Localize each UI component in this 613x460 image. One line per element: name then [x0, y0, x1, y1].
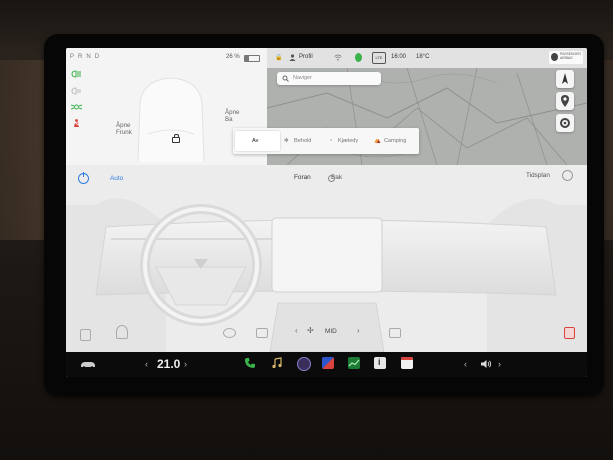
compass-icon [562, 73, 568, 84]
music-icon[interactable] [271, 357, 283, 369]
climate-auto-button[interactable]: Auto [110, 175, 123, 182]
trunk-open-label[interactable]: Åpne Ba [225, 109, 239, 123]
stock-icon[interactable] [348, 357, 360, 369]
temp-increase-button[interactable]: › [184, 359, 187, 369]
clock-icon[interactable] [562, 170, 573, 181]
climate-panel: Auto Foran Bak Tidsplan ‹ ✢ MID › [66, 165, 587, 352]
dog-icon: ◔ [329, 138, 333, 144]
map-settings-button[interactable] [556, 114, 574, 132]
fan-increase-button[interactable]: › [357, 326, 360, 335]
car-icon[interactable] [80, 360, 96, 369]
location-icon [561, 95, 569, 107]
navigation-search[interactable]: Naviger [277, 72, 381, 85]
car-top-view [137, 77, 205, 162]
rear-defrost-icon[interactable] [389, 328, 401, 338]
bottom-dock: ‹ 21.0 › i ‹ › [66, 352, 587, 377]
climate-power-button[interactable] [78, 172, 89, 184]
volume-icon[interactable] [480, 359, 492, 369]
driver-seat-heater-icon[interactable] [80, 329, 91, 341]
profile-icon[interactable] [289, 54, 296, 61]
fan-decrease-button[interactable]: ‹ [295, 326, 298, 335]
info-icon[interactable]: i [374, 357, 386, 369]
battery-icon [244, 55, 260, 62]
apps-icon[interactable] [322, 357, 334, 369]
search-placeholder: Naviger [293, 75, 312, 81]
recirculate-icon[interactable] [223, 328, 236, 338]
schedule-button[interactable]: Tidsplan [526, 172, 550, 179]
map-location-button[interactable] [556, 92, 574, 110]
power-icon [82, 172, 84, 177]
airbag-icon [551, 53, 558, 61]
parking-lights-icon [71, 104, 82, 110]
lock-icon[interactable] [172, 134, 180, 143]
headlight-icon [71, 70, 81, 78]
search-icon [282, 75, 289, 82]
cabin-interior-view [66, 165, 587, 352]
tent-icon: ⛺ [374, 138, 381, 144]
fan-level: MID [325, 328, 337, 335]
location-pin-icon [355, 53, 362, 62]
gear-indicator: P R N D [70, 54, 101, 60]
outside-temperature: 18°C [416, 54, 430, 60]
seatbelt-warning-icon [73, 119, 81, 127]
lte-icon: LTE [372, 52, 386, 64]
auto-headlight-icon [71, 87, 81, 95]
volume-decrease-button[interactable]: ‹ [464, 359, 467, 369]
fan-speed-icon: ✢ [307, 326, 314, 335]
center-display-render [271, 217, 383, 293]
settings-icon [560, 118, 570, 128]
fan-icon: ✻ [284, 138, 289, 144]
profile-label[interactable]: Profil [299, 54, 313, 60]
climate-mode-keep[interactable]: Behold [294, 138, 311, 144]
cabin-temperature[interactable]: 21.0 [157, 357, 180, 371]
phone-icon[interactable] [244, 357, 256, 369]
battery-percent: 26 % [226, 54, 240, 60]
climate-mode-off[interactable]: Av [252, 138, 258, 144]
wifi-icon[interactable] [334, 54, 342, 61]
air-direction-icon [328, 175, 335, 182]
front-defrost-icon[interactable] [256, 328, 268, 338]
climate-keeper-menu: Av ✻ Behold ◔ Kjæledy ⛺ Camping [233, 128, 419, 154]
touchscreen: P R N D 26 % Åpne Frunk Åpne Ba 🔒 Profil… [66, 48, 587, 377]
passenger-seat-heater-icon[interactable] [564, 327, 575, 339]
volume-increase-button[interactable]: › [498, 359, 501, 369]
passenger-airbag-indicator: PASSENGER AIRBAG [549, 51, 583, 64]
climate-mode-dog[interactable]: Kjæledy [338, 138, 358, 144]
climate-mode-camp[interactable]: Camping [384, 138, 406, 144]
lock-status-icon[interactable]: 🔒 [275, 54, 282, 61]
vent-front-button[interactable]: Foran [294, 174, 311, 181]
map-compass-button[interactable] [556, 70, 574, 88]
calendar-icon[interactable] [401, 357, 413, 369]
steering-heater-icon[interactable] [116, 325, 128, 339]
frunk-open-label[interactable]: Åpne Frunk [116, 122, 132, 136]
status-bar: 🔒 Profil LTE 16:00 18°C PASSENGER AIRBAG [267, 48, 587, 68]
temp-decrease-button[interactable]: ‹ [145, 359, 148, 369]
clock: 16:00 [391, 54, 407, 60]
camera-icon[interactable] [297, 357, 311, 371]
